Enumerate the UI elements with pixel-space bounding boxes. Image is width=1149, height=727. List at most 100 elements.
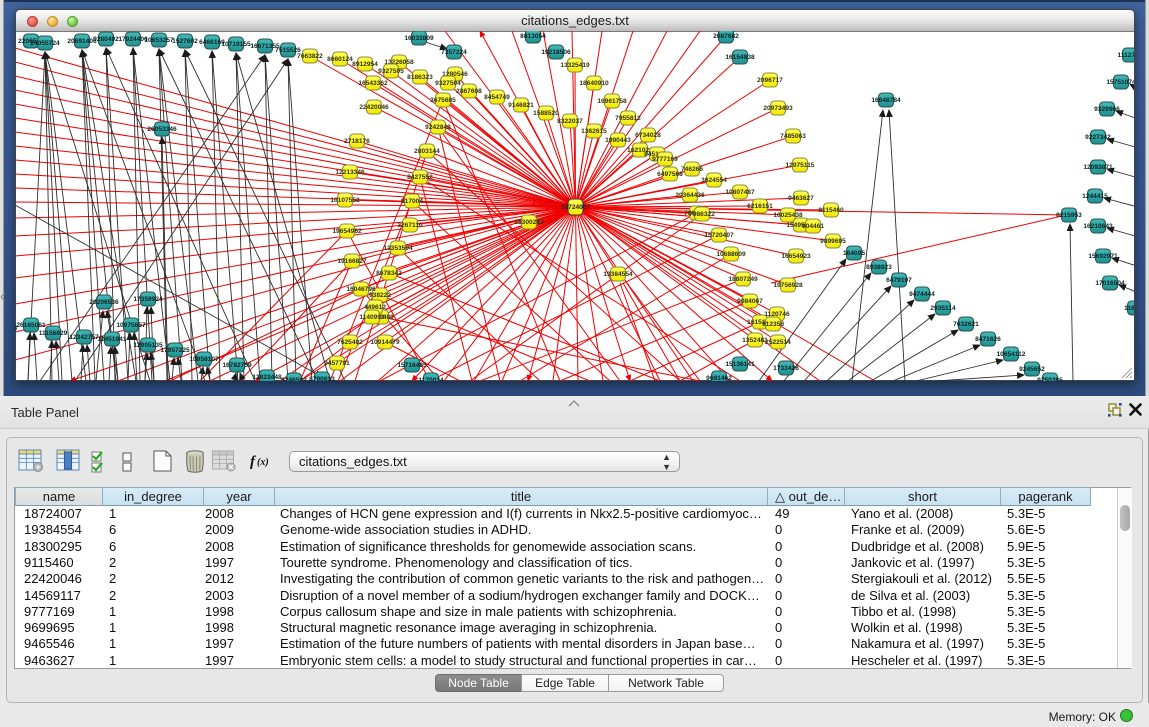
svg-text:1170034: 1170034	[418, 377, 444, 381]
svg-text:164095: 164095	[843, 250, 865, 257]
svg-text:18640910: 18640910	[579, 80, 609, 87]
svg-text:9899695: 9899695	[820, 238, 846, 245]
svg-text:10653257: 10653257	[144, 37, 174, 44]
svg-text:7357224: 7357224	[441, 49, 467, 56]
svg-text:6216151: 6216151	[747, 203, 773, 210]
svg-text:(x): (x)	[257, 457, 269, 468]
svg-text:1244415: 1244415	[1082, 193, 1108, 200]
svg-text:9146821: 9146821	[508, 102, 534, 109]
svg-text:9327505: 9327505	[378, 68, 404, 75]
svg-text:8660124: 8660124	[327, 56, 353, 63]
svg-text:9329966: 9329966	[1094, 106, 1120, 113]
svg-text:17359924: 17359924	[133, 296, 163, 303]
svg-text:6734028: 6734028	[635, 132, 661, 139]
svg-text:9246502: 9246502	[281, 377, 307, 381]
svg-text:24055724: 24055724	[30, 40, 60, 47]
svg-text:7955812: 7955812	[615, 115, 641, 122]
svg-text:16154838: 16154838	[725, 54, 755, 61]
svg-text:10654112: 10654112	[997, 351, 1026, 358]
svg-text:8813054: 8813054	[520, 33, 546, 40]
svg-text:8938923: 8938923	[866, 264, 892, 271]
svg-text:26053346: 26053346	[147, 126, 177, 133]
svg-text:9115460: 9115460	[818, 207, 844, 214]
svg-text:9280402: 9280402	[93, 36, 119, 43]
svg-text:8678342: 8678342	[376, 270, 402, 277]
svg-text:746266: 746266	[681, 166, 703, 173]
svg-text:8471626: 8471626	[975, 336, 1001, 343]
svg-text:8912954: 8912954	[352, 61, 378, 68]
svg-text:938222: 938222	[369, 292, 391, 299]
svg-text:8322037: 8322037	[557, 118, 583, 125]
svg-text:7986322: 7986322	[689, 211, 715, 218]
svg-text:2718176: 2718176	[344, 138, 370, 145]
svg-text:9084067: 9084067	[737, 298, 763, 305]
svg-text:16543362: 16543362	[358, 80, 388, 87]
svg-text:3675685: 3675685	[430, 97, 456, 104]
svg-text:16033809: 16033809	[404, 35, 434, 42]
svg-text:10975857: 10975857	[116, 322, 146, 329]
svg-text:19166827: 19166827	[337, 258, 367, 265]
svg-text:10807487: 10807487	[725, 189, 755, 196]
svg-text:10107552: 10107552	[330, 197, 360, 204]
svg-text:7632621: 7632621	[953, 321, 979, 328]
svg-text:19218506: 19218506	[541, 49, 571, 56]
svg-text:22420046: 22420046	[359, 104, 389, 111]
svg-text:11451941: 11451941	[98, 336, 127, 343]
svg-text:9474444: 9474444	[909, 291, 935, 298]
svg-text:2935114: 2935114	[930, 305, 956, 312]
svg-text:9327504: 9327504	[435, 80, 461, 87]
svg-text:9227342: 9227342	[1085, 134, 1111, 141]
svg-text:1527602: 1527602	[172, 38, 198, 45]
svg-text:9457791: 9457791	[324, 360, 350, 367]
svg-text:17957225: 17957225	[160, 347, 190, 354]
svg-text:1362615: 1362615	[581, 128, 607, 135]
svg-text:9691462: 9691462	[706, 375, 732, 381]
svg-text:904461: 904461	[802, 223, 824, 230]
svg-text:6497568: 6497568	[657, 171, 683, 178]
svg-text:25300293: 25300293	[514, 219, 544, 226]
svg-text:817004: 817004	[401, 198, 423, 205]
svg-text:8427552: 8427552	[407, 174, 433, 181]
svg-text:19384554: 19384554	[603, 271, 633, 278]
svg-text:2096717: 2096717	[757, 77, 783, 84]
svg-text:18724007: 18724007	[561, 204, 591, 211]
svg-text:16782759: 16782759	[222, 362, 252, 369]
svg-text:9242848: 9242848	[425, 124, 451, 131]
svg-text:12093871: 12093871	[1083, 164, 1113, 171]
svg-text:13325419: 13325419	[560, 62, 590, 69]
svg-text:1990443: 1990443	[605, 137, 631, 144]
svg-text:7663822: 7663822	[297, 53, 323, 60]
svg-text:912358: 912358	[762, 321, 784, 328]
svg-text:12342757: 12342757	[69, 334, 99, 341]
svg-text:20364436: 20364436	[675, 192, 705, 199]
svg-text:2087682: 2087682	[713, 33, 739, 40]
svg-text:26165061: 26165061	[16, 322, 46, 329]
svg-text:12975115: 12975115	[786, 162, 815, 169]
svg-text:15716485: 15716485	[397, 362, 427, 369]
svg-text:1733426: 1733426	[773, 365, 799, 372]
svg-text:16210643: 16210643	[1083, 223, 1113, 230]
svg-text:9777169: 9777169	[652, 156, 678, 163]
svg-text:15751074: 15751074	[1106, 79, 1134, 86]
svg-text:20206536: 20206536	[89, 299, 119, 306]
svg-text:116753: 116753	[1124, 305, 1134, 312]
svg-text:1140993: 1140993	[359, 314, 385, 321]
svg-text:16654923: 16654923	[781, 253, 811, 260]
svg-text:15692971: 15692971	[1088, 253, 1118, 260]
svg-text:2522514: 2522514	[765, 339, 791, 346]
svg-text:8215953: 8215953	[1056, 212, 1082, 219]
svg-text:2867608: 2867608	[456, 88, 482, 95]
svg-text:16961758: 16961758	[597, 98, 627, 105]
svg-text:12823448: 12823448	[252, 374, 282, 381]
svg-text:6479197: 6479197	[886, 277, 912, 284]
svg-text:17016504: 17016504	[1095, 280, 1125, 287]
svg-text:20973493: 20973493	[763, 105, 793, 112]
svg-text:8790633: 8790633	[309, 376, 335, 381]
svg-text:10719155: 10719155	[221, 41, 251, 48]
svg-text:11156829: 11156829	[39, 330, 68, 337]
svg-text:10914479: 10914479	[370, 339, 400, 346]
svg-text:3624554: 3624554	[701, 177, 727, 184]
svg-text:9245652: 9245652	[1019, 366, 1045, 373]
svg-text:19756928: 19756928	[773, 282, 803, 289]
svg-text:1112735: 1112735	[1118, 52, 1134, 59]
